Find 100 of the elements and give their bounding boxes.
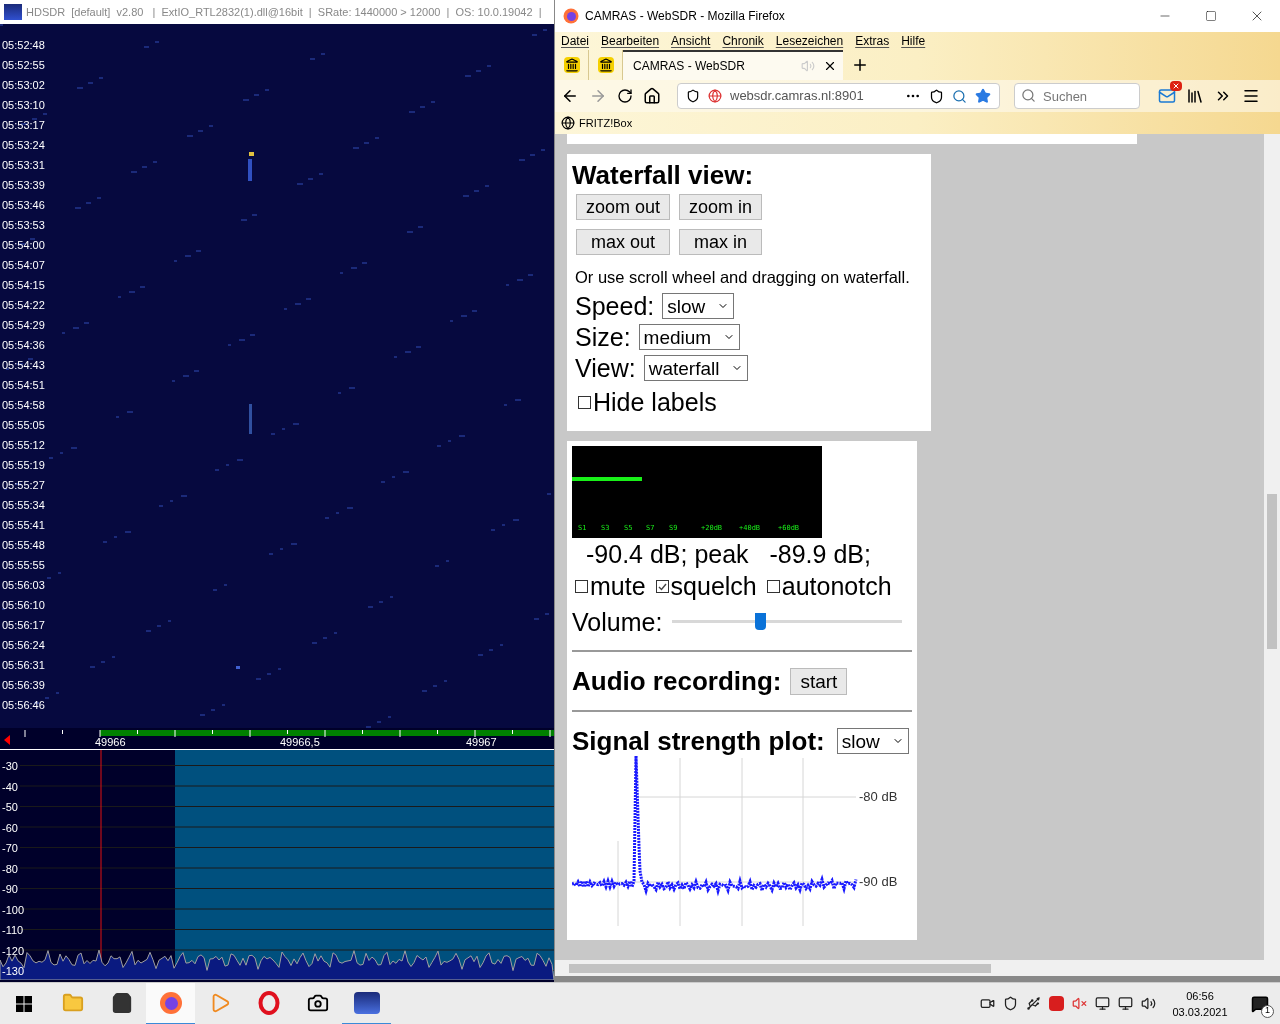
checkbox-label: autonotch	[781, 571, 892, 602]
menu-item[interactable]: Bearbeiten	[601, 35, 660, 47]
search-icon	[1021, 88, 1036, 103]
zoom-button[interactable]: max in	[679, 229, 763, 255]
bookmark-item[interactable]: FRITZ!Box	[561, 114, 633, 132]
checkbox-label: squelch	[670, 571, 757, 602]
dropdown[interactable]: medium	[638, 324, 741, 350]
checkbox-label: mute	[590, 571, 646, 602]
timestamp: 05:56:03	[2, 578, 45, 593]
close-tab-icon[interactable]	[823, 59, 837, 73]
hint-text: Or use scroll wheel and dragging on waterfall.	[575, 267, 911, 287]
timestamp: 05:52:48	[2, 38, 45, 53]
timestamp: 05:54:43	[2, 358, 45, 373]
timestamp: 05:53:24	[2, 138, 45, 153]
forward-icon[interactable]	[589, 87, 607, 105]
level-label: -120	[2, 943, 25, 959]
timestamp: 05:54:22	[2, 298, 45, 313]
bank-icon	[597, 57, 614, 73]
bank-icon	[563, 57, 580, 73]
browser-tab[interactable]: CAMRAS - WebSDR	[623, 50, 843, 80]
dropdown[interactable]: waterfall	[643, 355, 749, 381]
menu-item[interactable]: Ansicht	[671, 35, 711, 47]
checkbox[interactable]	[578, 395, 591, 409]
frequency-label: 49966	[95, 736, 126, 748]
volume-icon[interactable]	[1141, 996, 1156, 1011]
timestamp: 05:56:39	[2, 678, 45, 693]
vertical-scrollbar[interactable]	[1264, 134, 1280, 960]
menu-item[interactable]: Lesezeichen	[775, 35, 844, 47]
timestamp: 05:54:36	[2, 338, 45, 353]
start-button[interactable]: start	[790, 667, 848, 695]
level-label: -110	[2, 923, 25, 938]
timestamp: 05:56:10	[2, 598, 45, 613]
axis-label: -80 dB	[859, 789, 898, 804]
frequency-label: 49967	[466, 736, 497, 748]
checkbox[interactable]	[766, 579, 780, 593]
checkbox[interactable]	[575, 579, 588, 593]
reload-icon[interactable]	[617, 88, 633, 104]
firefox-logo-icon	[563, 8, 579, 24]
app-icon	[4, 4, 22, 20]
timestamp: 05:54:29	[2, 318, 45, 333]
menu-item[interactable]: Datei	[561, 35, 589, 47]
security-icon[interactable]	[1003, 996, 1018, 1011]
timestamp: 05:54:58	[2, 398, 45, 413]
timestamp: 05:56:24	[2, 638, 45, 653]
maximize-icon	[1205, 10, 1217, 22]
bookmark-star-icon[interactable]	[975, 88, 991, 104]
timestamp: 05:53:46	[2, 198, 45, 213]
timestamp: 05:56:46	[2, 698, 45, 713]
menu-item[interactable]: Hilfe	[901, 35, 926, 47]
field-label: Size:	[575, 324, 631, 350]
level-label: -30	[2, 759, 19, 774]
error-badge-icon	[1170, 81, 1182, 91]
section-heading: Signal strength plot:	[572, 726, 825, 756]
dropdown[interactable]: slow	[662, 293, 735, 319]
menu-item[interactable]: Extras	[855, 35, 890, 47]
slider-thumb[interactable]	[754, 613, 766, 630]
volume-slider[interactable]	[672, 613, 903, 631]
level-label: -130	[2, 964, 25, 979]
window-title: CAMRAS - WebSDR - Mozilla Firefox	[585, 8, 786, 25]
notification-button[interactable]: 1	[1240, 982, 1280, 1024]
timestamp: 05:55:48	[2, 538, 45, 553]
timestamp: 05:54:00	[2, 238, 45, 253]
search-icon[interactable]	[952, 88, 967, 104]
level-label: -40	[2, 779, 19, 795]
timestamp: 05:55:05	[2, 418, 45, 433]
timestamp: 05:54:51	[2, 378, 45, 393]
level-label: -90	[2, 882, 19, 897]
plus-icon	[851, 56, 869, 74]
library-icon[interactable]	[1186, 87, 1204, 105]
timestamp: 05:54:15	[2, 278, 45, 293]
clock[interactable]: 06:56 03.03.2021	[1164, 987, 1236, 1020]
address-bar[interactable]: websdr.camras.nl:8901	[677, 83, 1000, 109]
field-label: Speed:	[575, 293, 655, 319]
back-icon[interactable]	[561, 87, 579, 105]
dropdown[interactable]: slow	[836, 728, 909, 754]
zoom-button[interactable]: zoom out	[576, 194, 671, 220]
checkbox[interactable]	[655, 579, 669, 593]
timestamp: 05:53:53	[2, 218, 45, 233]
timestamp: 05:54:07	[2, 258, 45, 273]
home-icon[interactable]	[643, 87, 661, 105]
search-field[interactable]: Suchen	[1014, 83, 1140, 109]
section-heading: Audio recording:	[572, 664, 782, 698]
mail-icon[interactable]	[1158, 87, 1176, 105]
monitor-icon[interactable]	[1095, 996, 1110, 1011]
network-icon[interactable]	[1118, 996, 1133, 1011]
menu-item[interactable]: Chronik	[722, 35, 764, 47]
left-arrow-icon[interactable]	[4, 735, 10, 745]
timestamp: 05:56:31	[2, 658, 45, 673]
field-label: View:	[575, 355, 636, 381]
usb-icon[interactable]	[1026, 996, 1041, 1011]
zoom-button[interactable]: max out	[576, 229, 671, 255]
shield-icon	[686, 89, 700, 103]
speaker-icon[interactable]	[1072, 996, 1087, 1011]
zoom-button[interactable]: zoom in	[679, 194, 763, 220]
timestamp: 05:53:17	[2, 118, 45, 133]
horizontal-scrollbar[interactable]	[555, 960, 1280, 976]
axis-label: -90 dB	[859, 874, 898, 889]
menu-icon[interactable]	[1242, 87, 1260, 105]
camera-tray-icon[interactable]	[980, 996, 995, 1011]
timestamp: 05:55:12	[2, 438, 45, 453]
